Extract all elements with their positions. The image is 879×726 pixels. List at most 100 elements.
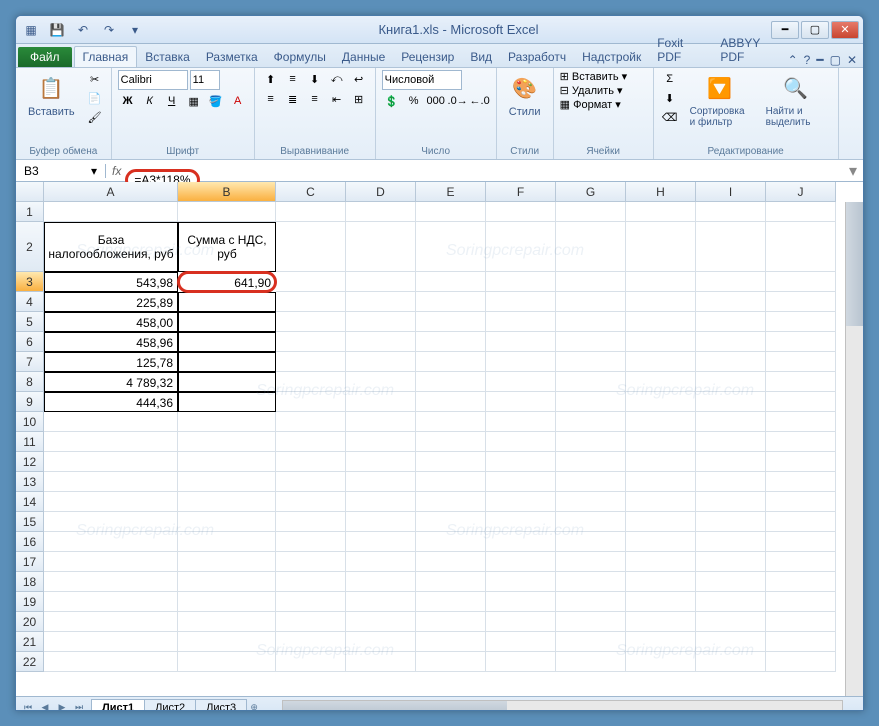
cell-G4[interactable] bbox=[556, 292, 626, 312]
cell-D3[interactable] bbox=[346, 272, 416, 292]
cell-G18[interactable] bbox=[556, 572, 626, 592]
cell-C20[interactable] bbox=[276, 612, 346, 632]
tab-formulas[interactable]: Формулы bbox=[266, 47, 334, 67]
cell-A4[interactable]: 225,89 bbox=[44, 292, 178, 312]
cell-C18[interactable] bbox=[276, 572, 346, 592]
cell-A22[interactable] bbox=[44, 652, 178, 672]
cell-B15[interactable] bbox=[178, 512, 276, 532]
cell-F22[interactable] bbox=[486, 652, 556, 672]
row-header-15[interactable]: 15 bbox=[16, 512, 44, 532]
cell-E14[interactable] bbox=[416, 492, 486, 512]
clear-button[interactable]: ⌫ bbox=[660, 108, 680, 126]
row-header-10[interactable]: 10 bbox=[16, 412, 44, 432]
cell-A13[interactable] bbox=[44, 472, 178, 492]
cell-H9[interactable] bbox=[626, 392, 696, 412]
cell-G9[interactable] bbox=[556, 392, 626, 412]
cell-G12[interactable] bbox=[556, 452, 626, 472]
cell-G10[interactable] bbox=[556, 412, 626, 432]
cell-C12[interactable] bbox=[276, 452, 346, 472]
sheet-tab-3[interactable]: Лист3 bbox=[195, 699, 247, 711]
cell-G6[interactable] bbox=[556, 332, 626, 352]
col-header-A[interactable]: A bbox=[44, 182, 178, 202]
cell-C10[interactable] bbox=[276, 412, 346, 432]
cell-D13[interactable] bbox=[346, 472, 416, 492]
cell-B1[interactable] bbox=[178, 202, 276, 222]
row-header-14[interactable]: 14 bbox=[16, 492, 44, 512]
font-size-select[interactable] bbox=[190, 70, 220, 90]
row-header-21[interactable]: 21 bbox=[16, 632, 44, 652]
orientation-button[interactable]: ⤺ bbox=[327, 70, 347, 88]
wrap-text-button[interactable]: ↩ bbox=[349, 70, 369, 88]
format-painter-button[interactable]: 🖌 bbox=[85, 108, 105, 126]
paste-button[interactable]: 📋 Вставить bbox=[22, 70, 81, 120]
cell-B19[interactable] bbox=[178, 592, 276, 612]
cell-E8[interactable] bbox=[416, 372, 486, 392]
cell-G15[interactable] bbox=[556, 512, 626, 532]
col-header-E[interactable]: E bbox=[416, 182, 486, 202]
cell-D19[interactable] bbox=[346, 592, 416, 612]
cell-B21[interactable] bbox=[178, 632, 276, 652]
cell-J22[interactable] bbox=[766, 652, 836, 672]
row-header-17[interactable]: 17 bbox=[16, 552, 44, 572]
cell-E1[interactable] bbox=[416, 202, 486, 222]
sort-filter-button[interactable]: 🔽 Сортировка и фильтр bbox=[684, 70, 756, 130]
doc-restore-icon[interactable]: ▢ bbox=[830, 53, 841, 67]
cell-B2[interactable]: Сумма с НДС, руб bbox=[178, 222, 276, 272]
cell-I3[interactable] bbox=[696, 272, 766, 292]
tab-insert[interactable]: Вставка bbox=[137, 47, 198, 67]
cell-D7[interactable] bbox=[346, 352, 416, 372]
cell-I9[interactable] bbox=[696, 392, 766, 412]
cell-F7[interactable] bbox=[486, 352, 556, 372]
col-header-B[interactable]: B bbox=[178, 182, 276, 202]
align-right-button[interactable]: ≡ bbox=[305, 90, 325, 108]
tab-abbyy[interactable]: ABBYY PDF bbox=[712, 33, 787, 67]
cell-A18[interactable] bbox=[44, 572, 178, 592]
cell-C22[interactable] bbox=[276, 652, 346, 672]
cell-H11[interactable] bbox=[626, 432, 696, 452]
save-button[interactable]: 💾 bbox=[46, 19, 68, 41]
cell-A15[interactable] bbox=[44, 512, 178, 532]
cell-I2[interactable] bbox=[696, 222, 766, 272]
cell-J15[interactable] bbox=[766, 512, 836, 532]
cell-D21[interactable] bbox=[346, 632, 416, 652]
cell-G16[interactable] bbox=[556, 532, 626, 552]
cell-E3[interactable] bbox=[416, 272, 486, 292]
cell-H21[interactable] bbox=[626, 632, 696, 652]
cell-F9[interactable] bbox=[486, 392, 556, 412]
cell-J11[interactable] bbox=[766, 432, 836, 452]
cell-F2[interactable] bbox=[486, 222, 556, 272]
cell-F19[interactable] bbox=[486, 592, 556, 612]
cell-G11[interactable] bbox=[556, 432, 626, 452]
cell-I4[interactable] bbox=[696, 292, 766, 312]
cell-E10[interactable] bbox=[416, 412, 486, 432]
cell-F1[interactable] bbox=[486, 202, 556, 222]
cell-H7[interactable] bbox=[626, 352, 696, 372]
cell-I15[interactable] bbox=[696, 512, 766, 532]
cell-D2[interactable] bbox=[346, 222, 416, 272]
cell-G21[interactable] bbox=[556, 632, 626, 652]
cell-A5[interactable]: 458,00 bbox=[44, 312, 178, 332]
cell-C16[interactable] bbox=[276, 532, 346, 552]
copy-button[interactable]: 📄 bbox=[85, 89, 105, 107]
cell-I1[interactable] bbox=[696, 202, 766, 222]
cell-F5[interactable] bbox=[486, 312, 556, 332]
cell-J13[interactable] bbox=[766, 472, 836, 492]
cell-H22[interactable] bbox=[626, 652, 696, 672]
cell-I5[interactable] bbox=[696, 312, 766, 332]
cell-A1[interactable] bbox=[44, 202, 178, 222]
cell-F10[interactable] bbox=[486, 412, 556, 432]
tab-layout[interactable]: Разметка bbox=[198, 47, 266, 67]
cell-E2[interactable] bbox=[416, 222, 486, 272]
cell-F6[interactable] bbox=[486, 332, 556, 352]
cell-B22[interactable] bbox=[178, 652, 276, 672]
file-tab[interactable]: Файл bbox=[18, 47, 72, 67]
cell-H17[interactable] bbox=[626, 552, 696, 572]
cell-A9[interactable]: 444,36 bbox=[44, 392, 178, 412]
cell-D9[interactable] bbox=[346, 392, 416, 412]
cell-G2[interactable] bbox=[556, 222, 626, 272]
redo-button[interactable]: ↷ bbox=[98, 19, 120, 41]
close-button[interactable]: ✕ bbox=[831, 21, 859, 39]
cell-G3[interactable] bbox=[556, 272, 626, 292]
cell-A10[interactable] bbox=[44, 412, 178, 432]
cell-H2[interactable] bbox=[626, 222, 696, 272]
